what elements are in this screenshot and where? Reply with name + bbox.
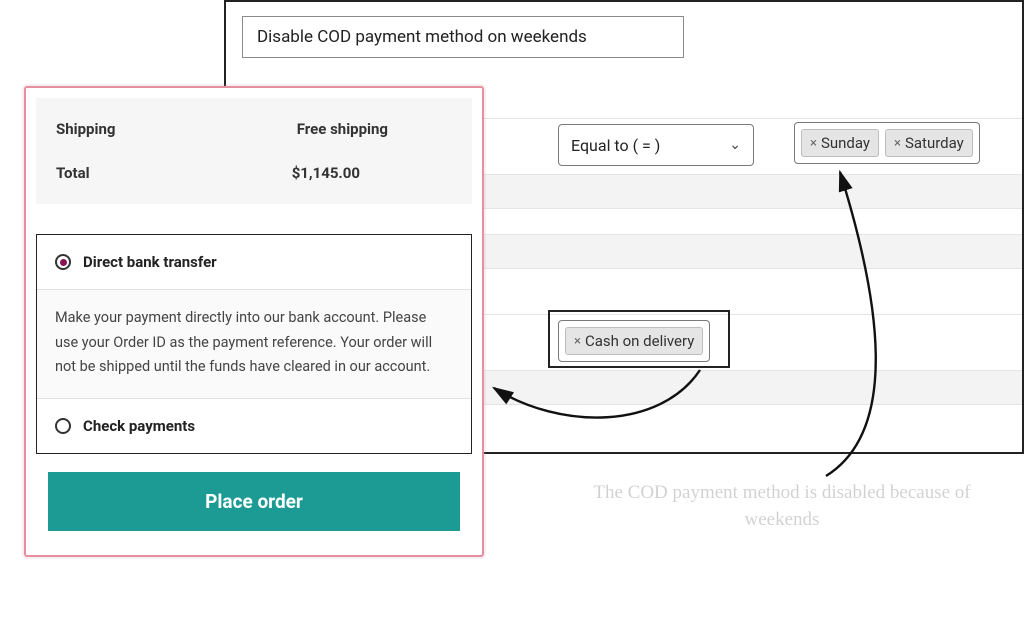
annotation-text: The COD payment method is disabled becau… (592, 480, 972, 533)
chevron-down-icon: ⌄ (729, 137, 741, 153)
radio-unselected-icon (55, 418, 71, 434)
tag-label: Sunday (821, 134, 870, 152)
tag-sunday[interactable]: × Sunday (801, 129, 879, 157)
payment-option-description: Make your payment directly into our bank… (37, 290, 471, 399)
payment-option-label: Direct bank transfer (83, 253, 217, 271)
condition-value-tags[interactable]: × Sunday × Saturday (794, 122, 980, 164)
place-order-button[interactable]: Place order (48, 472, 460, 531)
operator-select[interactable]: Equal to ( = ) ⌄ (558, 124, 754, 166)
checkout-card: Shipping Free shipping Total $1,145.00 D… (24, 86, 484, 557)
shipping-label: Shipping (56, 120, 115, 138)
total-label: Total (56, 164, 90, 182)
close-icon[interactable]: × (810, 137, 817, 150)
close-icon[interactable]: × (894, 137, 901, 150)
payment-methods: Direct bank transfer Make your payment d… (36, 234, 472, 454)
operator-value: Equal to ( = ) (571, 136, 660, 155)
payment-option-label: Check payments (83, 417, 195, 435)
rule-title-input[interactable]: Disable COD payment method on weekends (242, 16, 684, 58)
total-value: $1,145.00 (292, 164, 360, 182)
payment-option-bank[interactable]: Direct bank transfer (37, 235, 471, 290)
tag-saturday[interactable]: × Saturday (885, 129, 973, 157)
payment-option-check[interactable]: Check payments (37, 399, 471, 453)
action-highlight-box (548, 310, 730, 368)
tag-label: Saturday (905, 134, 964, 152)
shipping-value: Free shipping (297, 120, 388, 138)
radio-selected-icon (55, 254, 71, 270)
order-summary: Shipping Free shipping Total $1,145.00 (36, 98, 472, 204)
